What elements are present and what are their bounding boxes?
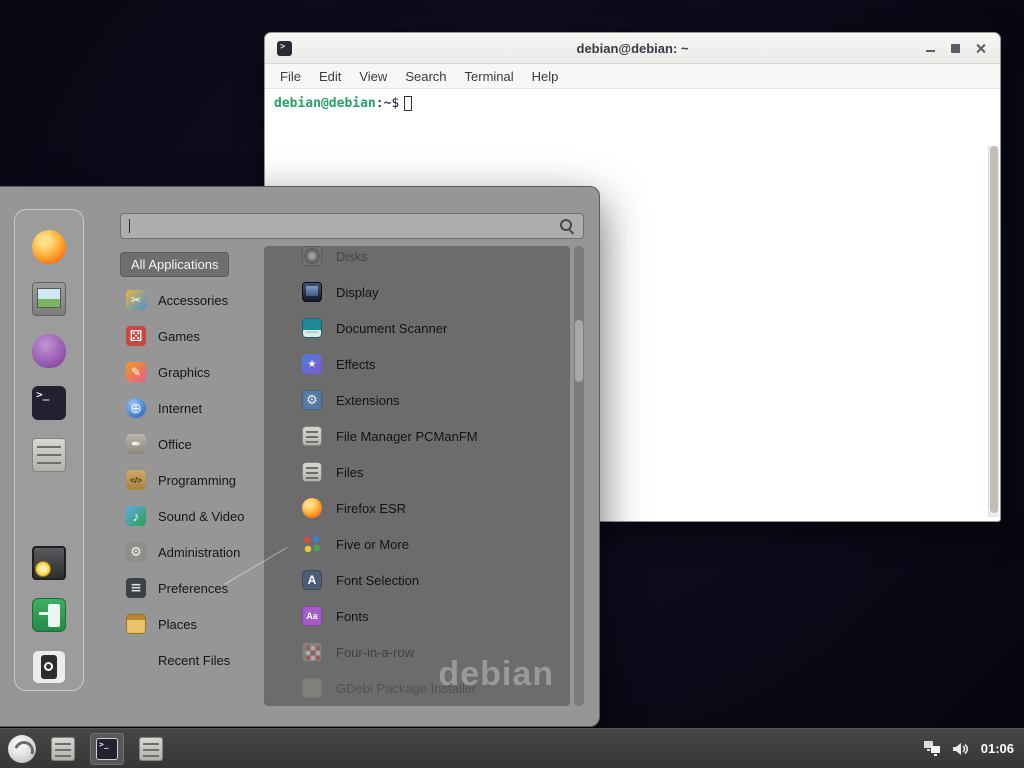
- administration-gear-icon: [126, 542, 146, 562]
- games-icon: [126, 326, 146, 346]
- four-in-a-row-icon: [302, 642, 322, 662]
- category-accessories[interactable]: Accessories: [120, 282, 266, 318]
- graphics-icon: [126, 362, 146, 382]
- prompt-symbol: $: [391, 96, 399, 111]
- menu-scrollbar-thumb[interactable]: [574, 319, 584, 383]
- category-places[interactable]: Places: [120, 606, 266, 642]
- terminal-icon: [277, 41, 292, 56]
- power-icon[interactable]: [32, 650, 66, 684]
- programming-icon: [126, 470, 146, 490]
- app-font-selection[interactable]: Font Selection: [264, 562, 570, 598]
- folder-icon: [126, 614, 146, 634]
- terminal-menubar: File Edit View Search Terminal Help: [265, 64, 1000, 89]
- menu-help[interactable]: Help: [523, 64, 568, 88]
- power-ring-icon: [44, 662, 53, 671]
- lock-screen-icon[interactable]: [32, 546, 66, 580]
- menu-button[interactable]: [8, 735, 36, 763]
- display-monitor-icon: [302, 282, 322, 302]
- app-gdebi-package-installer[interactable]: GDebi Package Installer: [264, 670, 570, 706]
- category-preferences[interactable]: Preferences: [120, 570, 266, 606]
- five-or-more-dots-icon: [302, 534, 322, 554]
- menu-terminal[interactable]: Terminal: [456, 64, 523, 88]
- search-bar[interactable]: [120, 213, 584, 239]
- file-cabinet-icon[interactable]: [32, 438, 66, 472]
- file-cabinet-icon: [302, 462, 322, 482]
- app-disks[interactable]: Disks: [264, 246, 570, 274]
- category-graphics[interactable]: Graphics: [120, 354, 266, 390]
- app-display[interactable]: Display: [264, 274, 570, 310]
- gdebi-icon: [302, 678, 322, 698]
- category-office[interactable]: Office: [120, 426, 266, 462]
- terminal-cursor: [404, 96, 412, 111]
- category-internet[interactable]: Internet: [120, 390, 266, 426]
- window-title: debian@debian: ~: [265, 41, 1000, 56]
- disks-icon: [302, 246, 322, 266]
- taskbar: 01:06: [0, 728, 1024, 768]
- font-selection-icon: [302, 570, 322, 590]
- terminal-icon[interactable]: [32, 386, 66, 420]
- office-icon: [126, 434, 146, 454]
- menu-view[interactable]: View: [350, 64, 396, 88]
- maximize-icon[interactable]: [951, 44, 960, 53]
- extensions-icon: [302, 390, 322, 410]
- app-five-or-more[interactable]: Five or More: [264, 526, 570, 562]
- firefox-icon[interactable]: [32, 230, 66, 264]
- search-icon: [560, 219, 575, 234]
- terminal-icon: [96, 738, 118, 760]
- menu-file[interactable]: File: [271, 64, 310, 88]
- volume-icon[interactable]: [953, 742, 969, 756]
- application-list: debian Disks Display Document Scanner Ef…: [264, 246, 570, 706]
- app-file-manager-pcmanfm[interactable]: File Manager PCManFM: [264, 418, 570, 454]
- menu-search[interactable]: Search: [396, 64, 455, 88]
- internet-globe-icon: [126, 398, 146, 418]
- app-effects[interactable]: Effects: [264, 346, 570, 382]
- category-list: All Applications Accessories Games Graph…: [120, 246, 266, 702]
- category-sound-video[interactable]: Sound & Video: [120, 498, 266, 534]
- purple-mascot-icon[interactable]: [32, 334, 66, 368]
- category-programming[interactable]: Programming: [120, 462, 266, 498]
- firefox-icon: [302, 498, 322, 518]
- prompt-separator: :: [376, 96, 384, 111]
- applications-menu: All Applications Accessories Games Graph…: [0, 186, 600, 727]
- sound-video-icon: [126, 506, 146, 526]
- photo-stack-icon[interactable]: [32, 282, 66, 316]
- terminal-task-button[interactable]: [90, 733, 124, 765]
- menu-edit[interactable]: Edit: [310, 64, 350, 88]
- effects-icon: [302, 354, 322, 374]
- files-icon[interactable]: [139, 737, 163, 761]
- terminal-titlebar[interactable]: debian@debian: ~: [265, 33, 1000, 64]
- minimize-icon[interactable]: [926, 50, 935, 52]
- fonts-icon: [302, 606, 322, 626]
- taskbar-launchers: [0, 733, 163, 765]
- network-icon[interactable]: [924, 741, 941, 756]
- category-recent-files[interactable]: Recent Files: [120, 642, 266, 678]
- terminal-scrollbar-thumb[interactable]: [990, 146, 998, 513]
- app-four-in-a-row[interactable]: Four-in-a-row: [264, 634, 570, 670]
- favorites-sidebar: [14, 209, 84, 691]
- scanner-icon: [302, 318, 322, 338]
- taskbar-tray: 01:06: [924, 741, 1024, 756]
- file-manager-icon[interactable]: [51, 737, 75, 761]
- app-document-scanner[interactable]: Document Scanner: [264, 310, 570, 346]
- accessories-icon: [126, 290, 146, 310]
- category-games[interactable]: Games: [120, 318, 266, 354]
- category-administration[interactable]: Administration: [120, 534, 266, 570]
- file-cabinet-icon: [302, 426, 322, 446]
- menu-scrollbar[interactable]: [574, 246, 584, 706]
- close-icon[interactable]: [976, 43, 986, 53]
- prompt-user-host: debian@debian: [274, 96, 376, 111]
- clock[interactable]: 01:06: [981, 741, 1014, 756]
- app-extensions[interactable]: Extensions: [264, 382, 570, 418]
- category-all-applications[interactable]: All Applications: [120, 246, 266, 282]
- app-firefox-esr[interactable]: Firefox ESR: [264, 490, 570, 526]
- app-fonts[interactable]: Fonts: [264, 598, 570, 634]
- search-input[interactable]: [130, 214, 560, 238]
- app-files[interactable]: Files: [264, 454, 570, 490]
- logout-icon[interactable]: [32, 598, 66, 632]
- terminal-scrollbar[interactable]: [988, 146, 999, 517]
- preferences-sliders-icon: [126, 578, 146, 598]
